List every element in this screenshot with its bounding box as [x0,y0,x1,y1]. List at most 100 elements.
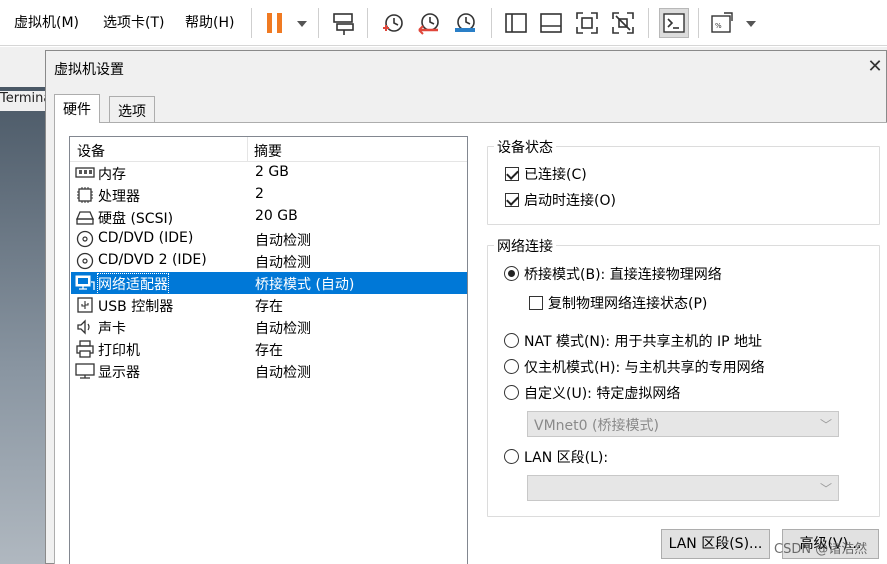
host-only-radio[interactable] [504,359,519,374]
background-terminal-tab[interactable]: Termina [0,91,45,111]
tab-options[interactable]: 选项 [109,96,155,122]
toolbar-separator [698,8,699,38]
speaker-icon [75,318,95,336]
device-name: 网络适配器 [97,273,169,295]
device-row-memory[interactable]: 内存 2 GB [71,162,467,184]
device-name: CD/DVD (IDE) [98,230,194,246]
device-summary: 自动检测 [255,233,311,249]
device-name: CD/DVD 2 (IDE) [98,252,207,268]
fullscreen-icon[interactable] [574,10,600,36]
pause-icon[interactable] [262,10,288,36]
view-stretch-icon[interactable]: % [709,10,735,36]
device-name: 内存 [98,167,126,183]
toolbar-separator [491,8,492,38]
device-summary: 存在 [255,343,283,359]
menu-tabs[interactable]: 选项卡(T) [103,12,164,32]
column-summary[interactable]: 摘要 [254,141,282,161]
custom-radio[interactable] [504,385,519,400]
monitor-icon [75,362,95,380]
watermark: CSDN @诸浩然 [774,542,868,557]
cpu-icon [75,186,95,204]
connect-at-power-on-checkbox[interactable] [505,193,519,207]
dropdown-icon[interactable] [289,10,307,36]
chevron-down-icon: ﹀ [819,482,832,496]
chevron-down-icon: ﹀ [819,418,832,432]
device-row-network-adapter[interactable]: 网络适配器 桥接模式 (自动) [71,272,467,295]
device-name: 声卡 [98,321,126,337]
device-summary: 20 GB [255,208,298,224]
device-row-harddisk[interactable]: 硬盘 (SCSI) 20 GB [71,206,467,228]
device-name: USB 控制器 [98,299,174,315]
device-name: 处理器 [98,189,140,205]
toolbar-separator [367,8,368,38]
replicate-state-label[interactable]: 复制物理网络连接状态(P) [548,293,707,313]
device-summary: 2 [255,186,264,202]
bridged-radio[interactable] [504,266,519,281]
background-desktop [0,87,45,564]
svg-text:%: % [715,22,722,30]
printer-icon [75,340,95,358]
device-summary: 桥接模式 (自动) [255,277,355,293]
toolbar-separator [251,8,252,38]
close-icon[interactable]: ✕ [864,57,886,79]
terminal-icon[interactable] [659,8,689,38]
device-summary: 自动检测 [255,255,311,271]
dialog-title: 虚拟机设置 [54,62,124,78]
device-list-header: 设备 摘要 [70,137,467,162]
network-adapter-icon [75,274,95,292]
lan-segment-label[interactable]: LAN 区段(L): [524,447,608,467]
tab-hardware[interactable]: 硬件 [54,94,100,123]
connected-checkbox[interactable] [505,167,519,181]
replicate-state-checkbox[interactable] [529,296,543,310]
unity-icon[interactable] [610,10,636,36]
snapshot-manager-icon[interactable] [452,10,478,36]
connect-at-power-on-label[interactable]: 启动时连接(O) [524,190,616,210]
snapshot-revert-icon[interactable] [416,10,442,36]
column-device[interactable]: 设备 [77,141,105,161]
device-name: 硬盘 (SCSI) [98,211,174,227]
nat-label[interactable]: NAT 模式(N): 用于共享主机的 IP 地址 [524,331,762,351]
nat-radio[interactable] [504,333,519,348]
device-row-usb[interactable]: USB 控制器 存在 [71,294,467,316]
lan-segment-select[interactable]: ﹀ [527,475,839,501]
snapshot-take-icon[interactable] [380,10,406,36]
connected-label[interactable]: 已连接(C) [524,164,587,184]
send-keys-icon[interactable] [331,10,357,36]
cd-dvd-icon [75,252,95,270]
app-toolbar: 虚拟机(M) 选项卡(T) 帮助(H) % [0,0,887,46]
lan-segments-button[interactable]: LAN 区段(S)... [661,529,770,559]
custom-network-value: VMnet0 (桥接模式) [534,418,659,434]
custom-label[interactable]: 自定义(U): 特定虚拟网络 [524,383,680,403]
device-row-monitor[interactable]: 显示器 自动检测 [71,360,467,382]
toolbar-separator [318,8,319,38]
lan-segment-radio[interactable] [504,449,519,464]
device-row-sound-card[interactable]: 声卡 自动检测 [71,316,467,338]
sidebar-icon[interactable] [503,10,529,36]
group-label: 网络连接 [494,236,556,256]
host-only-label[interactable]: 仅主机模式(H): 与主机共享的专用网络 [524,357,765,377]
device-summary: 存在 [255,299,283,315]
toolbar-separator [648,8,649,38]
thumbnail-icon[interactable] [538,10,564,36]
cd-dvd-icon [75,230,95,248]
device-row-cpu[interactable]: 处理器 2 [71,184,467,206]
usb-icon [75,296,95,314]
device-name: 显示器 [98,365,140,381]
device-summary: 自动检测 [255,321,311,337]
menu-help[interactable]: 帮助(H) [185,12,234,32]
device-status-group: 设备状态 已连接(C) 启动时连接(O) [487,137,880,225]
harddisk-icon [75,208,95,226]
dropdown-icon[interactable] [738,10,756,36]
memory-icon [75,164,95,182]
network-connection-group: 网络连接 桥接模式(B): 直接连接物理网络 复制物理网络连接状态(P) NAT… [487,236,880,517]
menu-vm[interactable]: 虚拟机(M) [14,12,79,32]
device-row-printer[interactable]: 打印机 存在 [71,338,467,360]
custom-network-select[interactable]: VMnet0 (桥接模式) ﹀ [527,411,839,437]
column-separator[interactable] [247,137,248,162]
bridged-label[interactable]: 桥接模式(B): 直接连接物理网络 [524,264,722,284]
device-row-cd-dvd-2[interactable]: CD/DVD 2 (IDE) 自动检测 [71,250,467,272]
device-list[interactable]: 设备 摘要 内存 2 GB 处理器 2 硬盘 (SCSI) 20 GB CD/D… [69,136,468,564]
device-name: 打印机 [98,343,140,359]
device-row-cd-dvd[interactable]: CD/DVD (IDE) 自动检测 [71,228,467,250]
vm-settings-dialog: 虚拟机设置 ✕ 硬件 选项 设备 摘要 内存 2 GB 处理器 2 硬盘 (SC… [45,50,887,564]
